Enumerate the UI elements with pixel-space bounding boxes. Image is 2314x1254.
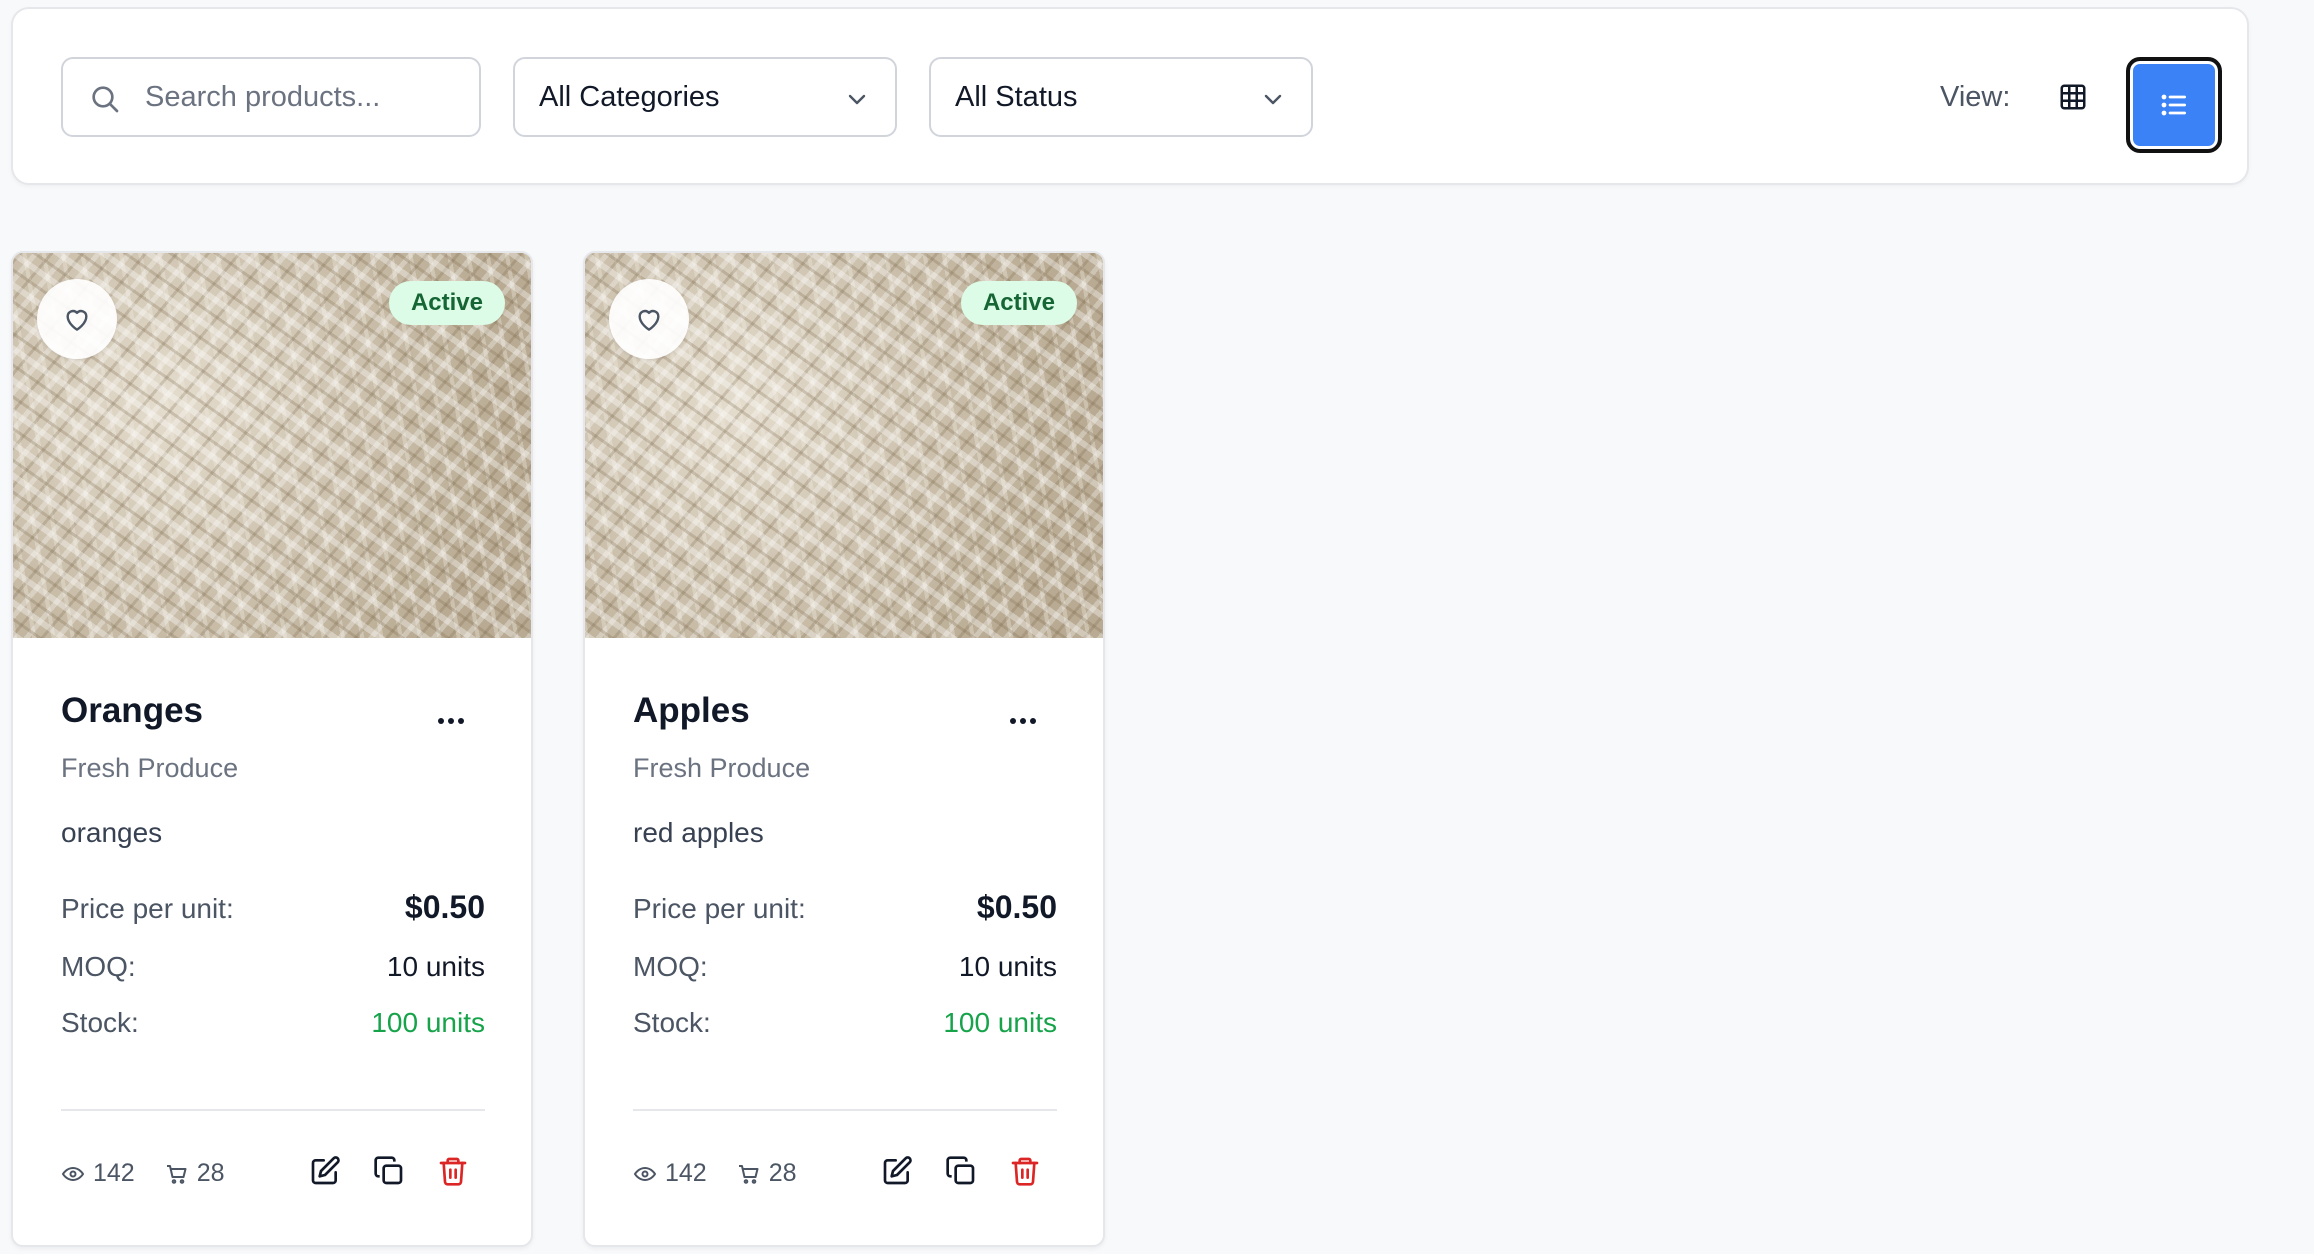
price-row: Price per unit: $0.50 <box>61 889 485 926</box>
status-select[interactable]: All Status <box>929 57 1313 137</box>
views-count: 142 <box>93 1159 135 1187</box>
moq-label: MOQ: <box>61 951 136 982</box>
card-actions <box>307 1153 471 1189</box>
stock-value: 100 units <box>943 1007 1057 1038</box>
moq-label: MOQ: <box>633 951 708 982</box>
edit-icon <box>883 1156 912 1185</box>
duplicate-button[interactable] <box>943 1153 979 1189</box>
price-value: $0.50 <box>976 889 1057 925</box>
divider <box>61 1109 485 1111</box>
eye-icon <box>633 1166 657 1181</box>
status-select-value: All Status <box>955 81 1078 113</box>
trash-icon <box>439 1157 467 1186</box>
cart-icon <box>738 1164 759 1184</box>
cart-icon <box>166 1164 187 1184</box>
category-select-value: All Categories <box>539 81 720 113</box>
favorite-button[interactable] <box>37 279 117 359</box>
more-horizontal-icon <box>438 718 464 724</box>
trash-icon <box>1011 1157 1039 1186</box>
product-card[interactable]: Active Oranges Fresh Produce oranges Pri… <box>11 251 533 1247</box>
product-title: Apples <box>633 691 750 730</box>
stock-row: Stock: 100 units <box>633 1007 1057 1039</box>
filter-bar: Search products... All Categories All St… <box>11 7 2249 185</box>
views-stat: 142 <box>61 1159 135 1188</box>
orders-stat: 28 <box>737 1159 797 1188</box>
moq-value: 10 units <box>958 951 1057 982</box>
product-stats: 142 28 <box>61 1159 225 1188</box>
moq-value: 10 units <box>386 951 485 982</box>
stock-row: Stock: 100 units <box>61 1007 485 1039</box>
grid-icon <box>2060 84 2086 110</box>
orders-count: 28 <box>768 1159 797 1187</box>
copy-icon <box>374 1156 403 1185</box>
product-category: Fresh Produce <box>633 753 811 783</box>
moq-row: MOQ: 10 units <box>633 951 1057 983</box>
price-row: Price per unit: $0.50 <box>633 889 1057 926</box>
delete-button[interactable] <box>1007 1153 1043 1189</box>
product-title: Oranges <box>61 691 203 730</box>
price-value: $0.50 <box>404 889 485 925</box>
divider <box>633 1109 1057 1111</box>
more-horizontal-icon <box>1010 718 1036 724</box>
orders-stat: 28 <box>165 1159 225 1188</box>
product-description: oranges <box>61 817 163 848</box>
stock-label: Stock: <box>633 1007 711 1038</box>
stock-label: Stock: <box>61 1007 139 1038</box>
category-select[interactable]: All Categories <box>513 57 897 137</box>
search-placeholder: Search products... <box>145 81 381 113</box>
status-badge: Active <box>388 281 505 325</box>
moq-row: MOQ: 10 units <box>61 951 485 983</box>
edit-button[interactable] <box>307 1153 343 1189</box>
delete-button[interactable] <box>435 1153 471 1189</box>
views-stat: 142 <box>633 1159 707 1188</box>
status-badge: Active <box>960 281 1077 325</box>
product-category: Fresh Produce <box>61 753 239 783</box>
edit-icon <box>311 1156 340 1185</box>
orders-count: 28 <box>196 1159 225 1187</box>
copy-icon <box>946 1156 975 1185</box>
product-description: red apples <box>633 817 764 848</box>
card-actions <box>879 1153 1043 1189</box>
list-view-button[interactable] <box>2126 57 2222 153</box>
heart-icon <box>66 309 88 331</box>
eye-icon <box>61 1166 85 1181</box>
product-card[interactable]: Active Apples Fresh Produce red apples P… <box>583 251 1105 1247</box>
price-label: Price per unit: <box>633 893 806 924</box>
stock-value: 100 units <box>371 1007 485 1038</box>
views-count: 142 <box>665 1159 707 1187</box>
edit-button[interactable] <box>879 1153 915 1189</box>
favorite-button[interactable] <box>609 279 689 359</box>
grid-view-button[interactable] <box>2053 77 2093 117</box>
product-stats: 142 28 <box>633 1159 797 1188</box>
price-label: Price per unit: <box>61 893 234 924</box>
search-icon <box>92 86 119 113</box>
list-icon <box>2161 94 2186 116</box>
more-options-button[interactable] <box>1003 711 1043 731</box>
duplicate-button[interactable] <box>371 1153 407 1189</box>
chevron-down-icon <box>848 94 866 105</box>
search-input[interactable]: Search products... <box>61 57 481 137</box>
heart-icon <box>638 309 660 331</box>
more-options-button[interactable] <box>431 711 471 731</box>
view-label: View: <box>1940 81 2011 113</box>
chevron-down-icon <box>1264 94 1282 105</box>
